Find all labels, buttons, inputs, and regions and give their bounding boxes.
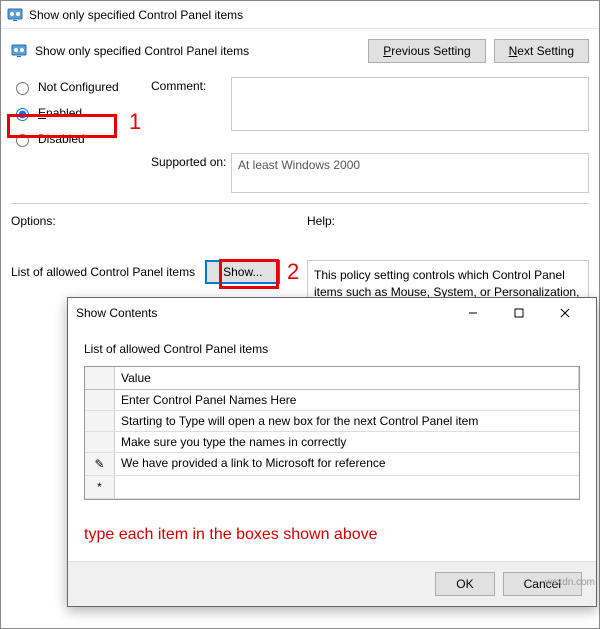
prev-label: revious Setting: [391, 44, 470, 58]
options-list-label: List of allowed Control Panel items: [11, 265, 195, 279]
grid-row-marker: ✎: [85, 453, 115, 475]
radio-not-configured[interactable]: Not Configured: [11, 79, 151, 95]
radio-disabled[interactable]: Disabled: [11, 131, 151, 147]
maximize-button[interactable]: [496, 298, 542, 328]
dialog-title: Show Contents: [76, 306, 450, 320]
options-heading: Options:: [11, 214, 293, 228]
ok-button[interactable]: OK: [435, 572, 494, 596]
window-title: Show only specified Control Panel items: [29, 8, 243, 22]
supported-on-label: Supported on:: [151, 153, 231, 169]
radio-enabled-label: Enabled: [38, 106, 82, 120]
radio-disabled-input[interactable]: [16, 134, 29, 147]
grid-cell-value[interactable]: Enter Control Panel Names Here: [115, 390, 579, 410]
grid-cell-value[interactable]: We have provided a link to Microsoft for…: [115, 453, 579, 475]
next-setting-button[interactable]: Next Setting: [494, 39, 589, 63]
show-button[interactable]: Show...: [205, 260, 280, 284]
close-button[interactable]: [542, 298, 588, 328]
grid-row[interactable]: Enter Control Panel Names Here: [85, 390, 579, 411]
radio-disabled-label: Disabled: [38, 132, 85, 146]
titlebar: Show only specified Control Panel items: [1, 1, 599, 29]
grid-row[interactable]: *: [85, 476, 579, 499]
grid-row-marker: [85, 411, 115, 431]
next-label: ext Setting: [517, 44, 574, 58]
grid-row-marker: *: [85, 476, 115, 498]
annotation-instruction: type each item in the boxes shown above: [84, 526, 580, 544]
grid-row-marker: [85, 432, 115, 452]
grid-row-marker: [85, 390, 115, 410]
control-panel-icon: [11, 43, 27, 59]
comment-label: Comment:: [151, 77, 231, 93]
policy-editor-window: Show only specified Control Panel items …: [0, 0, 600, 629]
radio-enabled-input[interactable]: [16, 108, 29, 121]
header-row: Show only specified Control Panel items …: [1, 29, 599, 77]
value-grid[interactable]: Value Enter Control Panel Names HereStar…: [84, 366, 580, 500]
grid-header-value: Value: [115, 367, 579, 389]
grid-row[interactable]: Starting to Type will open a new box for…: [85, 411, 579, 432]
comment-textarea[interactable]: [231, 77, 589, 131]
supported-on-value: At least Windows 2000: [231, 153, 589, 193]
show-contents-dialog: Show Contents List of allowed Control Pa…: [67, 297, 597, 607]
page-title: Show only specified Control Panel items: [35, 44, 360, 58]
previous-setting-button[interactable]: Previous Setting: [368, 39, 485, 63]
control-panel-icon: [7, 7, 23, 23]
grid-row[interactable]: Make sure you type the names in correctl…: [85, 432, 579, 453]
watermark: wsxdn.com: [545, 577, 595, 588]
radio-not-configured-label: Not Configured: [38, 80, 119, 94]
grid-cell-value[interactable]: [115, 476, 579, 498]
help-heading: Help:: [307, 214, 589, 228]
minimize-button[interactable]: [450, 298, 496, 328]
grid-cell-value[interactable]: Make sure you type the names in correctl…: [115, 432, 579, 452]
grid-header-marker: [85, 367, 115, 389]
radio-not-configured-input[interactable]: [16, 82, 29, 95]
radio-enabled[interactable]: Enabled: [11, 105, 151, 121]
dialog-subtitle: List of allowed Control Panel items: [84, 342, 580, 356]
grid-row[interactable]: ✎We have provided a link to Microsoft fo…: [85, 453, 579, 476]
grid-cell-value[interactable]: Starting to Type will open a new box for…: [115, 411, 579, 431]
